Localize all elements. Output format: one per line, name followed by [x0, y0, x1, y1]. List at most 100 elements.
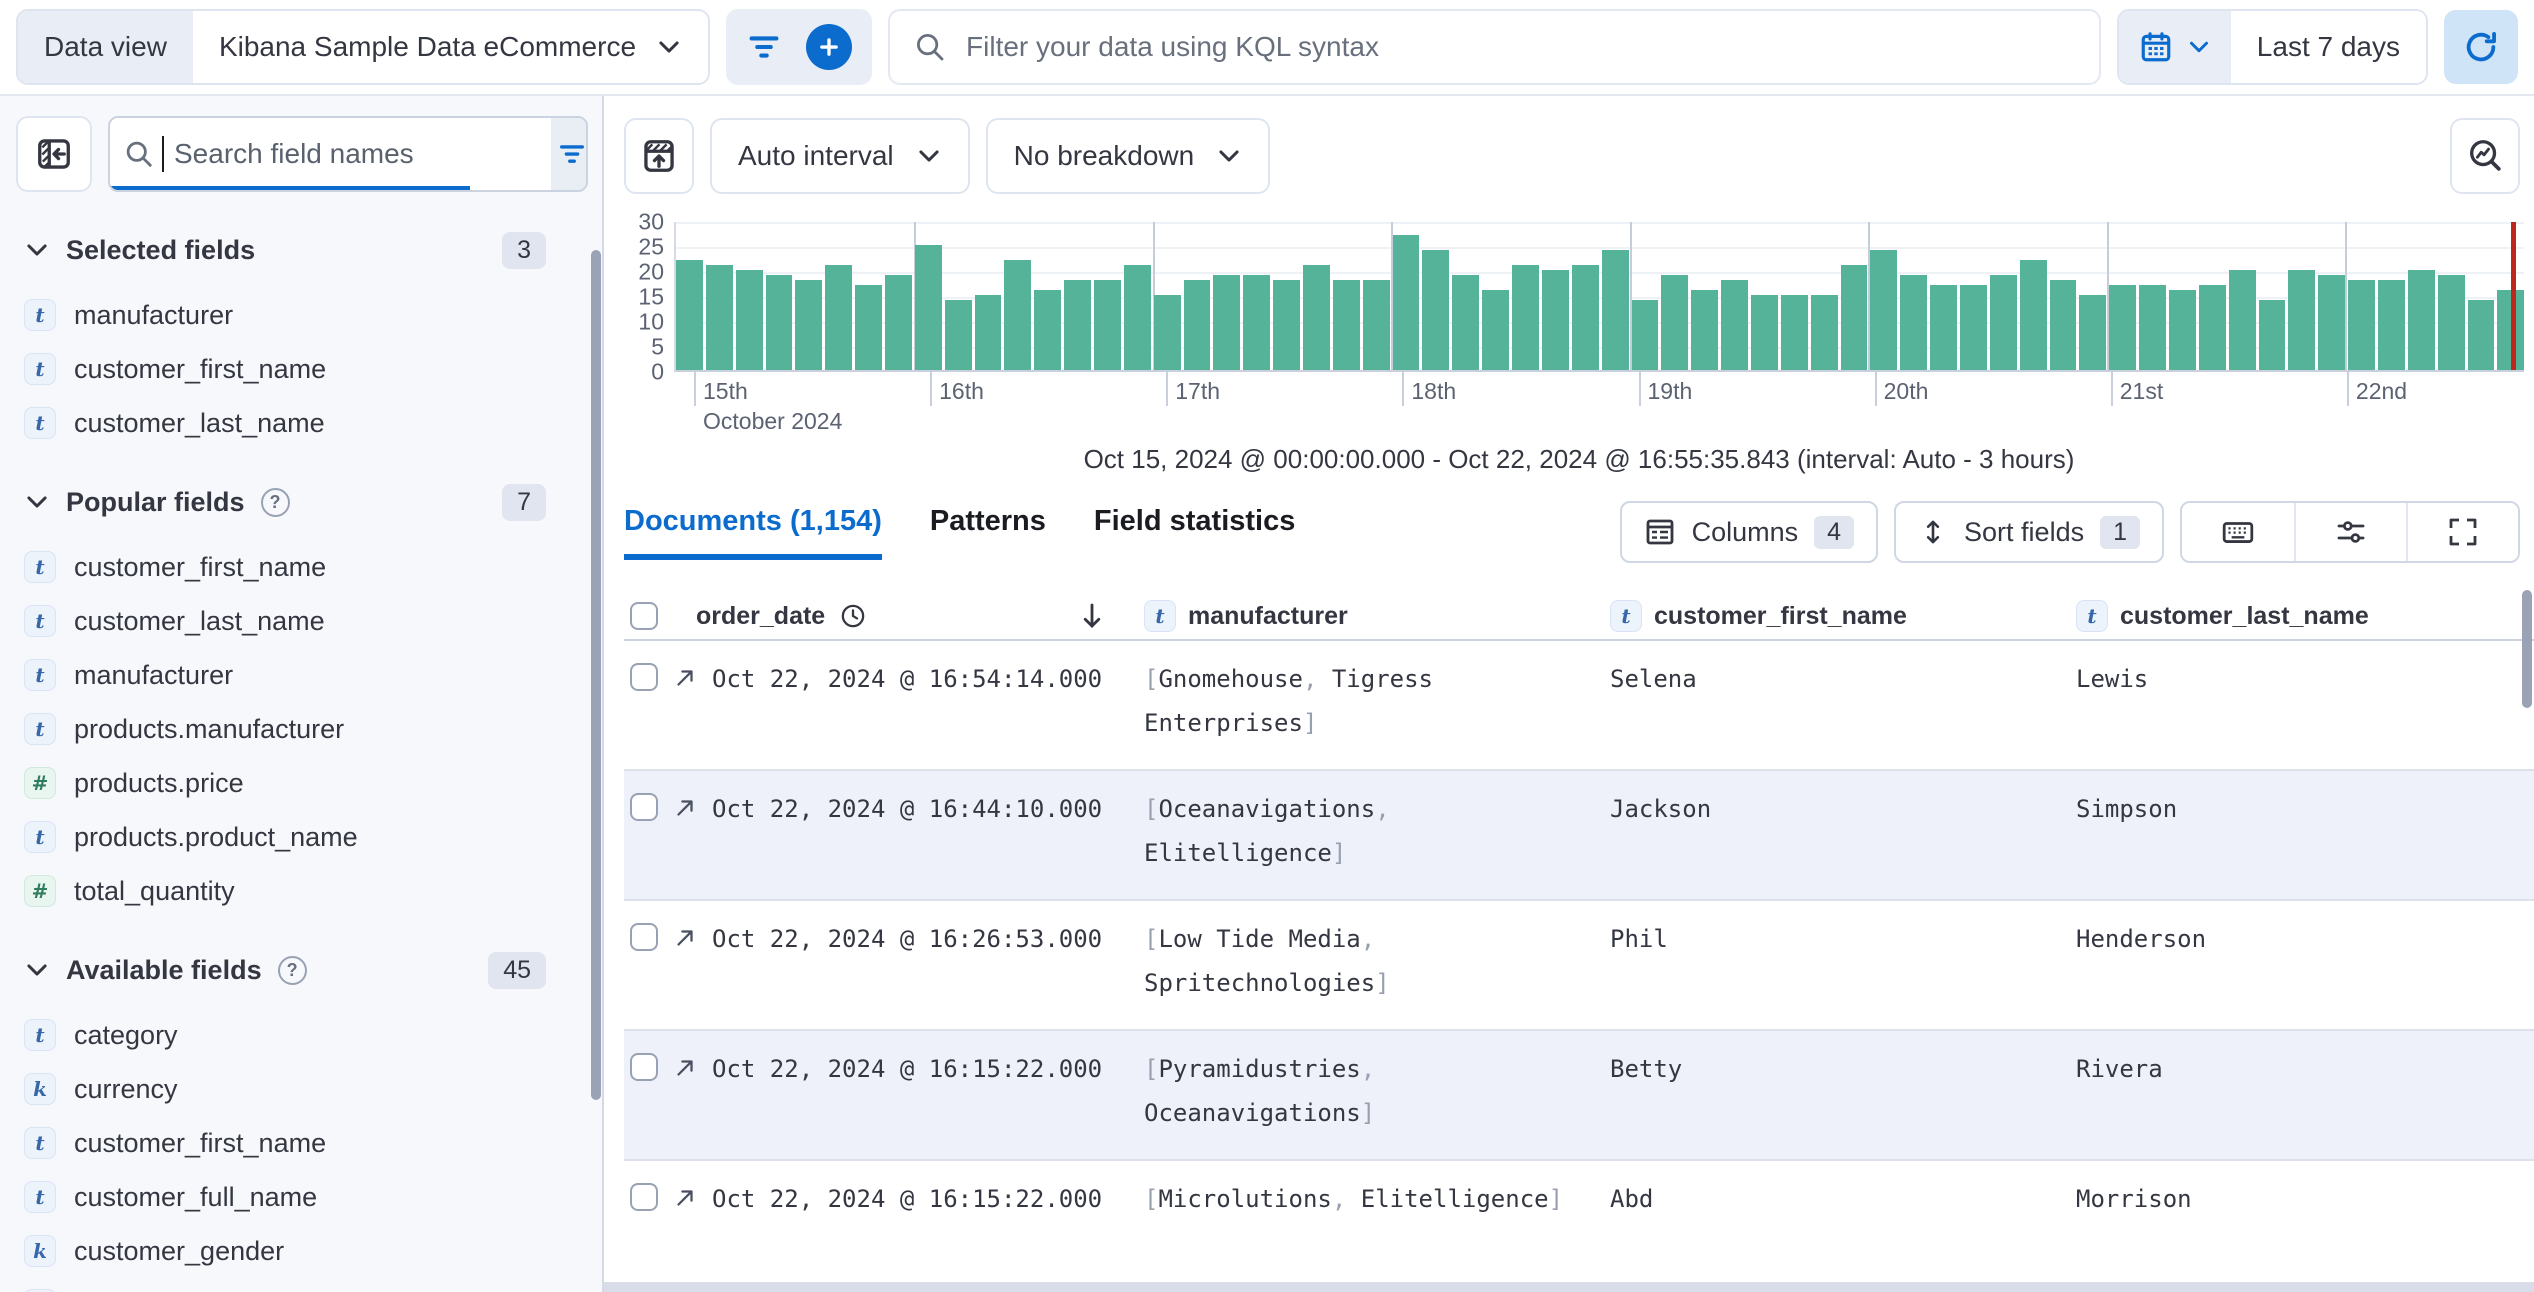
histogram-bar[interactable]: [1153, 295, 1181, 370]
grid-vertical-scrollbar[interactable]: [2522, 590, 2532, 708]
select-all-checkbox[interactable]: [630, 602, 658, 630]
histogram-bar[interactable]: [1721, 280, 1748, 370]
filter-icon[interactable]: [746, 29, 782, 65]
columns-button[interactable]: Columns 4: [1619, 501, 1879, 563]
histogram-bar[interactable]: [1930, 285, 1957, 370]
collapse-sidebar-button[interactable]: [16, 116, 92, 192]
histogram-bar[interactable]: [1810, 295, 1838, 370]
field-item-customer-last-name[interactable]: t customer_last_name: [16, 594, 602, 648]
refresh-button[interactable]: [2444, 10, 2518, 84]
histogram-bar[interactable]: [1004, 260, 1032, 370]
field-item-customer-last-name[interactable]: t customer_last_name: [16, 396, 602, 450]
histogram-bar[interactable]: [1094, 280, 1121, 370]
histogram-bar[interactable]: [1900, 275, 1928, 370]
histogram-bar[interactable]: [855, 285, 883, 370]
histogram-bar[interactable]: [2288, 270, 2316, 370]
field-item-customer-first-name[interactable]: t customer_first_name: [16, 540, 602, 594]
field-search-input[interactable]: [172, 137, 537, 171]
display-options-button[interactable]: [2294, 503, 2406, 561]
histogram-bar[interactable]: [1750, 295, 1778, 370]
histogram-bar[interactable]: [2437, 275, 2465, 370]
histogram-bar[interactable]: [1601, 250, 1629, 370]
table-row[interactable]: Oct 22, 2024 @ 16:26:53.000 [Low Tide Me…: [624, 901, 2534, 1031]
histogram-bar[interactable]: [2109, 285, 2137, 370]
histogram-bar[interactable]: [1840, 265, 1868, 370]
fullscreen-button[interactable]: [2406, 503, 2518, 561]
histogram-bar[interactable]: [1362, 280, 1390, 370]
row-checkbox[interactable]: [630, 923, 658, 951]
histogram-bar[interactable]: [1780, 295, 1808, 370]
histogram-bar[interactable]: [705, 265, 733, 370]
histogram-bar[interactable]: [1213, 275, 1241, 370]
histogram-bar[interactable]: [1571, 265, 1599, 370]
histogram-bar[interactable]: [1034, 290, 1062, 370]
row-checkbox[interactable]: [630, 663, 658, 691]
histogram-bar[interactable]: [2019, 260, 2047, 370]
histogram-bar[interactable]: [1064, 280, 1092, 370]
expand-document-icon[interactable]: [672, 1055, 698, 1081]
histogram-bar[interactable]: [795, 280, 823, 370]
column-header-customer-last-name[interactable]: t customer_last_name: [2066, 600, 2534, 632]
grid-horizontal-scrollbar[interactable]: [604, 1282, 2534, 1292]
histogram-bar[interactable]: [2198, 285, 2226, 370]
histogram-bar[interactable]: [1422, 250, 1450, 370]
field-filter-button[interactable]: 0: [551, 118, 586, 190]
histogram-bar[interactable]: [2258, 300, 2286, 370]
tab-field-statistics[interactable]: Field statistics: [1094, 505, 1295, 560]
histogram-bar[interactable]: [1183, 280, 1211, 370]
histogram-bar[interactable]: [1332, 280, 1360, 370]
histogram-bar[interactable]: [1512, 265, 1539, 370]
histogram-bar[interactable]: [2168, 290, 2196, 370]
field-item-customer-first-name[interactable]: t customer_first_name: [16, 342, 602, 396]
field-item-products-manufacturer[interactable]: t products.manufacturer: [16, 702, 602, 756]
histogram-bar[interactable]: [735, 270, 763, 370]
interval-dropdown[interactable]: Auto interval: [710, 118, 970, 194]
histogram-bar[interactable]: [1870, 250, 1898, 370]
histogram-bar[interactable]: [885, 275, 912, 370]
expand-document-icon[interactable]: [672, 795, 698, 821]
histogram-bar[interactable]: [2348, 280, 2375, 370]
histogram-bar[interactable]: [1452, 275, 1480, 370]
field-item-category[interactable]: t category: [16, 1008, 602, 1062]
field-item-products-product-name[interactable]: t products.product_name: [16, 810, 602, 864]
field-item-manufacturer[interactable]: t manufacturer: [16, 648, 602, 702]
expand-document-icon[interactable]: [672, 925, 698, 951]
histogram-bar[interactable]: [1541, 270, 1569, 370]
table-row[interactable]: Oct 22, 2024 @ 16:54:14.000 [Gnomehouse,…: [624, 641, 2534, 771]
row-checkbox[interactable]: [630, 793, 658, 821]
date-picker-quick-menu[interactable]: [2118, 11, 2231, 83]
histogram-bar[interactable]: [1273, 280, 1301, 370]
histogram-bar[interactable]: [825, 265, 853, 370]
expand-document-icon[interactable]: [672, 1185, 698, 1211]
histogram-bar[interactable]: [1989, 275, 2017, 370]
sidebar-scrollbar[interactable]: [591, 250, 601, 1100]
section-header-available-fields[interactable]: Available fields ? 45: [16, 946, 602, 994]
field-item-customer-full-name[interactable]: t customer_full_name: [16, 1170, 602, 1224]
sort-fields-button[interactable]: Sort fields 1: [1894, 501, 2164, 563]
histogram-bar[interactable]: [974, 295, 1002, 370]
field-item-customer-id[interactable]: k customer_id: [16, 1278, 602, 1292]
expand-document-icon[interactable]: [672, 665, 698, 691]
field-item-customer-first-name[interactable]: t customer_first_name: [16, 1116, 602, 1170]
histogram-bar[interactable]: [2467, 300, 2495, 370]
histogram-bar[interactable]: [1959, 285, 1987, 370]
histogram-bar[interactable]: [1631, 300, 1659, 370]
histogram-bar[interactable]: [2049, 280, 2077, 370]
breakdown-dropdown[interactable]: No breakdown: [985, 118, 1271, 194]
histogram-bar[interactable]: [944, 300, 972, 370]
row-checkbox[interactable]: [630, 1183, 658, 1211]
add-filter-button[interactable]: [806, 24, 853, 70]
edit-visualization-button[interactable]: [2450, 118, 2520, 194]
row-checkbox[interactable]: [630, 1053, 658, 1081]
histogram-bar[interactable]: [1661, 275, 1689, 370]
column-header-order-date[interactable]: order_date: [624, 600, 1134, 632]
histogram-bar[interactable]: [1482, 290, 1510, 370]
field-item-total-quantity[interactable]: # total_quantity: [16, 864, 602, 918]
tab-documents-1-154[interactable]: Documents (1,154): [624, 505, 882, 560]
kql-search-input[interactable]: [964, 30, 2075, 64]
hide-chart-button[interactable]: [624, 118, 694, 194]
histogram-bar[interactable]: [1243, 275, 1271, 370]
data-view-selector[interactable]: Kibana Sample Data eCommerce: [192, 11, 709, 83]
table-row[interactable]: Oct 22, 2024 @ 16:15:22.000 [Microlution…: [624, 1161, 2534, 1291]
histogram-bar[interactable]: [2139, 285, 2166, 370]
